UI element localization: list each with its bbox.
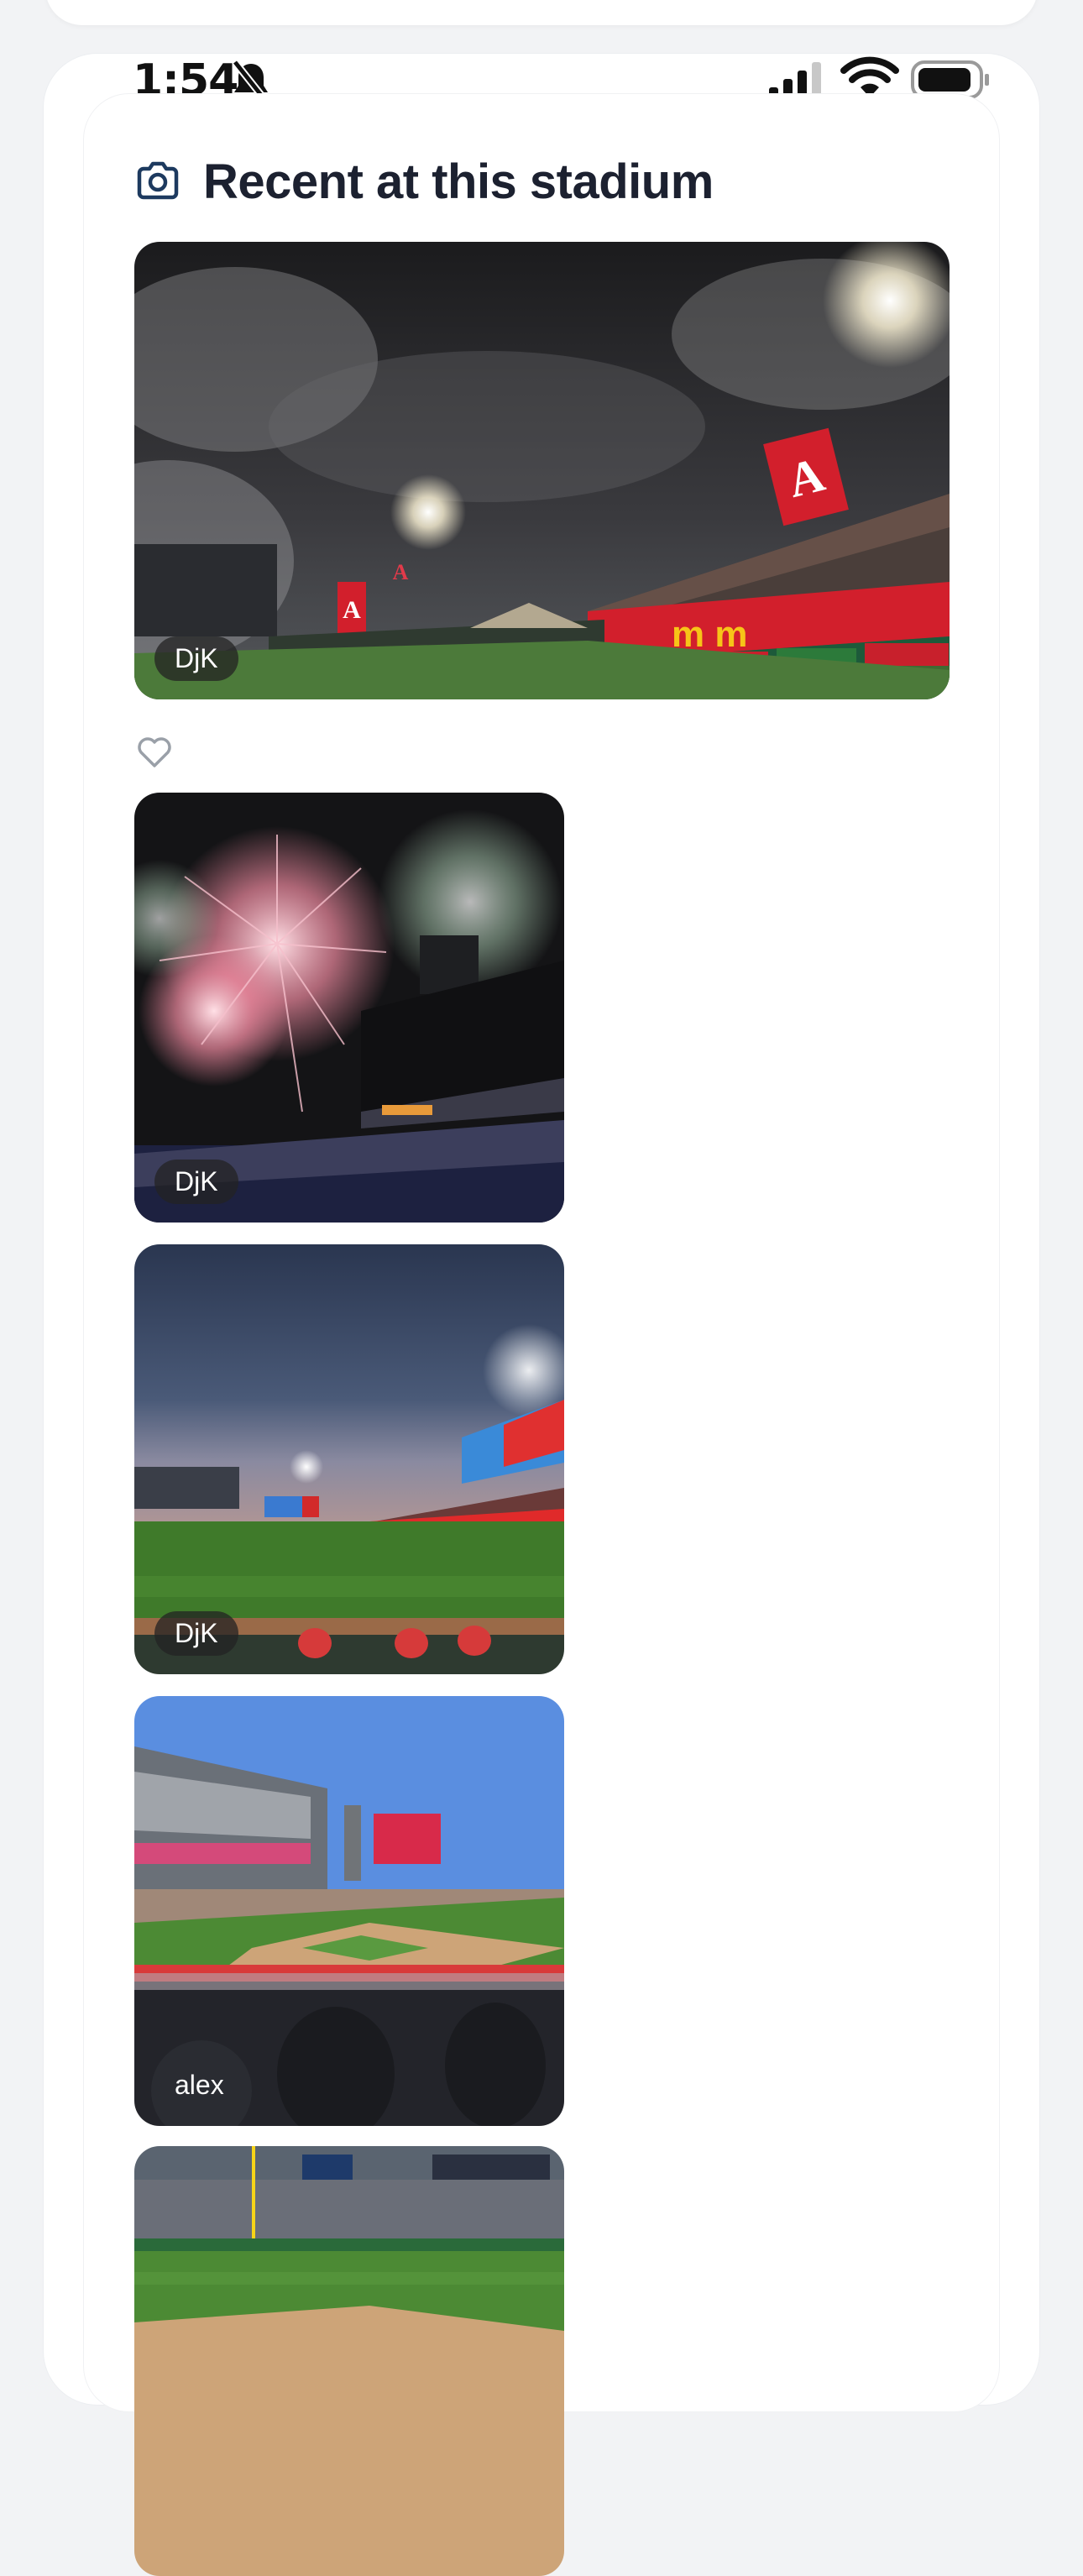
left-field-photo xyxy=(134,2146,564,2576)
fireworks-photo xyxy=(134,793,564,1223)
dusk-stadium-photo xyxy=(134,1244,564,1674)
photo-author-badge: DjK xyxy=(154,1611,238,1656)
photo-tile[interactable]: A A A m m DjK xyxy=(134,242,950,699)
photo-tile[interactable]: DjK xyxy=(134,793,564,1223)
svg-text:A: A xyxy=(343,596,361,624)
previous-card-edge xyxy=(45,0,1038,25)
heart-icon[interactable] xyxy=(134,732,175,772)
section-header: Recent at this stadium xyxy=(134,148,714,215)
photo-author-badge: alex xyxy=(175,2070,224,2100)
recent-photos-card: Recent at this stadium A A A m m DjK DjK… xyxy=(84,94,999,2576)
day-game-photo xyxy=(134,1696,564,2126)
svg-text:A: A xyxy=(393,560,409,584)
camera-icon xyxy=(137,161,179,200)
photo-tile[interactable]: alex xyxy=(134,1696,564,2126)
section-title: Recent at this stadium xyxy=(203,154,714,209)
photo-author-badge: DjK xyxy=(154,1160,238,1204)
photo-tile[interactable]: DjK xyxy=(134,1244,564,1674)
photo-author-badge: DjK xyxy=(154,636,238,681)
photo-tile[interactable] xyxy=(134,2146,564,2576)
phone-frame: 1:54 Recent at this stadium A A A m m Dj… xyxy=(44,54,1039,2576)
stadium-photo: A A A m m xyxy=(134,242,950,699)
